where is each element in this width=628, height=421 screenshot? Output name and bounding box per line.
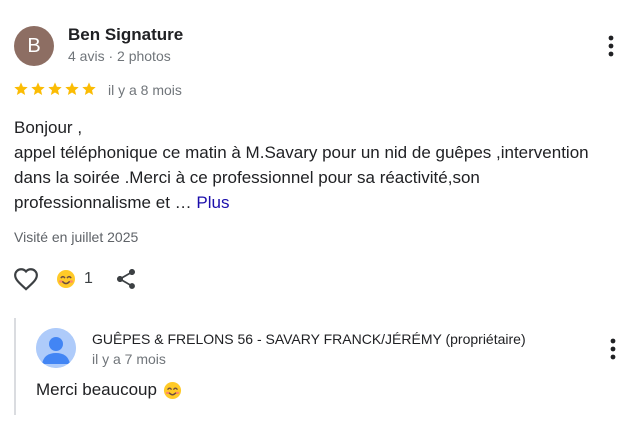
- review-text-line: appel téléphonique ce matin à M.Savary p…: [14, 143, 589, 162]
- owner-reply-date: il y a 7 mois: [92, 351, 166, 367]
- more-link[interactable]: Plus: [196, 193, 229, 212]
- star-icon: [81, 81, 97, 99]
- review-more-options-button[interactable]: [605, 34, 617, 58]
- reaction-count: 1: [84, 270, 93, 287]
- reply-more-options-button[interactable]: [607, 337, 619, 361]
- star-icon: [47, 81, 63, 99]
- owner-avatar: [36, 328, 76, 368]
- author-avatar[interactable]: B: [14, 26, 54, 66]
- review-text-truncated: professionnalisme et …: [14, 193, 192, 212]
- review-text-line: dans la soirée .Merci à ce professionnel…: [14, 168, 480, 187]
- review-text: Bonjour , appel téléphonique ce matin à …: [14, 115, 614, 215]
- reaction-button[interactable]: 1: [56, 268, 93, 290]
- author-name[interactable]: Ben Signature: [68, 25, 183, 45]
- owner-reply-text-content: Merci beaucoup: [36, 380, 157, 399]
- default-person-avatar-icon: [36, 328, 76, 368]
- heart-outline-icon: [14, 268, 38, 291]
- review-text-line: Bonjour ,: [14, 118, 83, 137]
- author-meta: 4 avis · 2 photos: [68, 48, 171, 64]
- share-button[interactable]: [114, 266, 138, 292]
- share-icon: [117, 269, 135, 289]
- star-icon: [64, 81, 80, 99]
- star-icon: [30, 81, 46, 99]
- author-initial: B: [27, 35, 41, 57]
- owner-name: GUÊPES & FRELONS 56 - SAVARY FRANCK/JÉRÉ…: [92, 331, 526, 347]
- smiling-face-emoji-icon: [163, 381, 182, 400]
- star-rating: [13, 81, 97, 99]
- owner-reply-text: Merci beaucoup: [36, 380, 182, 400]
- review-card: B Ben Signature 4 avis · 2 photos il y a…: [0, 0, 628, 421]
- smiling-face-emoji-icon: [56, 269, 76, 289]
- like-button[interactable]: [12, 266, 40, 292]
- owner-reply: GUÊPES & FRELONS 56 - SAVARY FRANCK/JÉRÉ…: [14, 318, 616, 415]
- more-vert-icon: [610, 338, 616, 360]
- visited-date: Visité en juillet 2025: [14, 229, 139, 245]
- review-date: il y a 8 mois: [108, 82, 182, 98]
- star-icon: [13, 81, 29, 99]
- review-text-line-last: professionnalisme et … Plus: [14, 190, 614, 215]
- more-vert-icon: [608, 35, 614, 57]
